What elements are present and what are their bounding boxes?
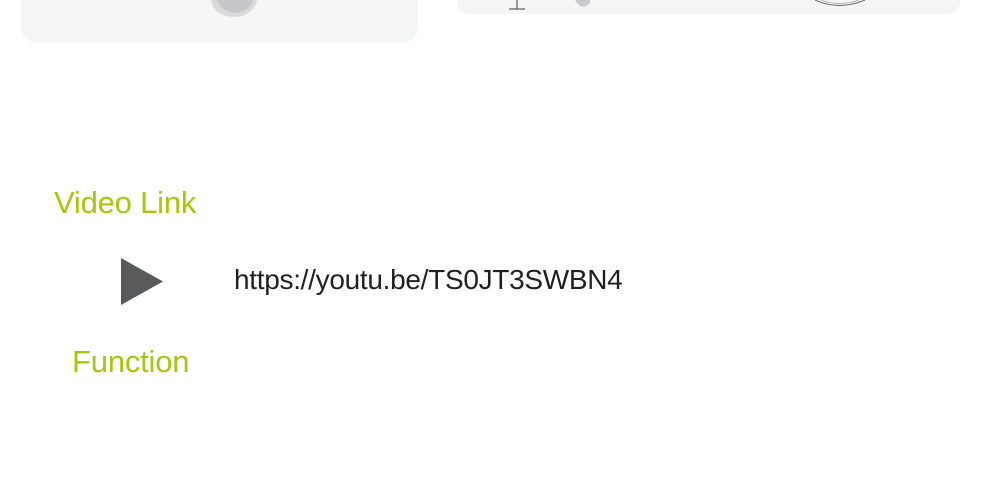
- product-image-card-left: [21, 0, 418, 43]
- video-url-link[interactable]: https://youtu.be/TS0JT3SWBN4: [234, 266, 623, 294]
- bulb-product-image: [211, 0, 257, 17]
- video-link-heading: Video Link: [54, 185, 197, 220]
- play-icon[interactable]: [121, 258, 163, 305]
- accessory-product-image: [509, 0, 866, 10]
- product-image-card-right: [457, 0, 960, 14]
- function-heading: Function: [72, 344, 190, 379]
